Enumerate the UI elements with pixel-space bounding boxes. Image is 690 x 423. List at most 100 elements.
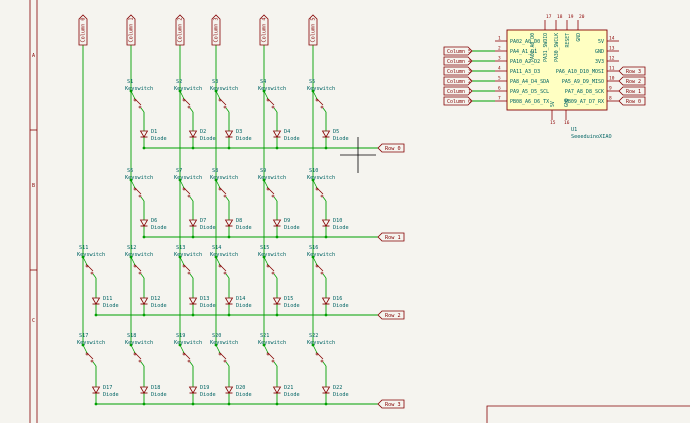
mcu-pin-name-14: 5V (598, 39, 604, 45)
switch-ref: S8 (212, 168, 218, 174)
switch-lever (133, 263, 142, 272)
mcu-top-pin-number: 19 (568, 14, 574, 20)
switch-lead (322, 273, 327, 279)
switch-value: Keyswitch (125, 252, 153, 258)
switch-lead (263, 90, 269, 100)
mcu-net-label-10: Row 2 (618, 76, 646, 86)
switch-lead (92, 361, 97, 367)
switch-lead (215, 90, 221, 100)
mcu-pin-name-7: PB08_A6_D6_TX (510, 99, 549, 105)
switch-lead (179, 179, 185, 189)
diode-ref: D21 (284, 385, 293, 391)
diode-triangle (272, 386, 282, 394)
keyswitch-s15: S15Keyswitch (258, 245, 286, 279)
switch-lead (179, 90, 185, 100)
diode-value: Diode (236, 225, 252, 231)
mcu-net-label-9: Row 1 (618, 86, 646, 96)
diode-ref: D2 (200, 129, 206, 135)
column-label-3: Column 3 (211, 14, 221, 46)
mcu-top-pin-name: GND (576, 33, 582, 42)
switch-value: Keyswitch (125, 175, 153, 181)
switch-contact (223, 194, 227, 198)
diode-ref: D9 (284, 218, 290, 224)
switch-lead (225, 107, 230, 113)
switch-lead (225, 361, 230, 367)
switch-lever (218, 97, 227, 106)
switch-ref: S13 (176, 245, 185, 251)
switch-ref: S19 (176, 333, 185, 339)
switch-lead (189, 107, 194, 113)
keyswitch-s18: S18Keyswitch (125, 333, 153, 367)
diode-triangle (139, 297, 149, 305)
diode-value: Diode (103, 303, 119, 309)
mcu-symbol[interactable]: 1 PA02_A0_D02 PA4_A1_D13 PA10_A2_D24 PA11_A3… (495, 14, 619, 140)
column-label-text-5: Column 5 (311, 18, 317, 43)
switch-contact (138, 359, 142, 363)
keyswitch-s17: S17Keyswitch (77, 333, 105, 367)
mcu-top-pin-name: RESET (565, 33, 571, 48)
mcu-pin-number-1: 1 (498, 36, 501, 42)
keyswitch-s4: S4Keyswitch (258, 79, 286, 113)
switch-value: Keyswitch (210, 340, 238, 346)
switch-ref: S5 (309, 79, 315, 85)
switch-lead (263, 256, 269, 266)
switch-lever (266, 186, 275, 195)
switch-ref: S2 (176, 79, 182, 85)
diode-triangle (139, 386, 149, 394)
frame-row-marker-a: A (32, 53, 35, 59)
switch-ref: S20 (212, 333, 221, 339)
switch-lead (312, 179, 318, 189)
switch-value: Keyswitch (77, 340, 105, 346)
mcu-top-pin-number: 20 (579, 14, 585, 20)
switch-ref: S17 (79, 333, 88, 339)
diode-ref: D22 (333, 385, 342, 391)
diode-value: Diode (103, 392, 119, 398)
keyswitch-s7: S7Keyswitch (174, 168, 202, 202)
diode-ref: D19 (200, 385, 209, 391)
diode-triangle (91, 297, 101, 305)
switch-lever (266, 263, 275, 272)
keyswitch-s22: S22Keyswitch (307, 333, 335, 367)
diode-value: Diode (284, 392, 300, 398)
diode-value: Diode (284, 136, 300, 142)
mcu-net-text-6: Column 1 (447, 89, 471, 95)
diode-triangle (321, 219, 331, 227)
mcu-pin-number-7: 7 (498, 96, 501, 102)
switch-lever (315, 97, 324, 106)
mcu-net-text-4: Column 3 (447, 69, 471, 75)
mcu-pin-name-12: 3V3 (595, 59, 604, 65)
mcu-pin-number-14: 14 (609, 36, 615, 42)
mcu-net-text-10: Row 2 (626, 79, 641, 85)
schematic-canvas[interactable]: ABC S1KeyswitchD1DiodeS2KeyswitchD2Diode… (0, 0, 690, 423)
mcu-pin-number-15: 15 (550, 120, 556, 126)
switch-lever (133, 97, 142, 106)
switch-lead (82, 344, 88, 354)
switch-contact (320, 194, 324, 198)
switch-contact (223, 271, 227, 275)
keyswitch-s21: S21Keyswitch (258, 333, 286, 367)
diode-triangle (188, 219, 198, 227)
switch-contact (138, 271, 142, 275)
switch-contact (320, 271, 324, 275)
diode-triangle (91, 386, 101, 394)
mcu-pin-name-5: PA8_A4_D4_SDA (510, 79, 549, 85)
diode-ref: D20 (236, 385, 245, 391)
column-label-text-4: Column 4 (262, 18, 268, 43)
diode-triangle (272, 297, 282, 305)
switch-contact (320, 359, 324, 363)
mcu-net-label-6: Column 1 (443, 86, 473, 96)
switch-value: Keyswitch (210, 175, 238, 181)
switch-contact (223, 105, 227, 109)
row-label-0: Row 0 (377, 143, 405, 153)
switch-value: Keyswitch (174, 340, 202, 346)
mcu-net-label-7: Column 0 (443, 96, 473, 106)
switch-lead (140, 273, 145, 279)
switch-contact (138, 194, 142, 198)
switch-value: Keyswitch (77, 252, 105, 258)
switch-contact (271, 105, 275, 109)
row-label-2: Row 2 (377, 310, 405, 320)
switch-value: Keyswitch (210, 252, 238, 258)
switch-lead (130, 179, 136, 189)
switch-ref: S6 (127, 168, 133, 174)
frame-row-marker-c: C (32, 318, 35, 324)
